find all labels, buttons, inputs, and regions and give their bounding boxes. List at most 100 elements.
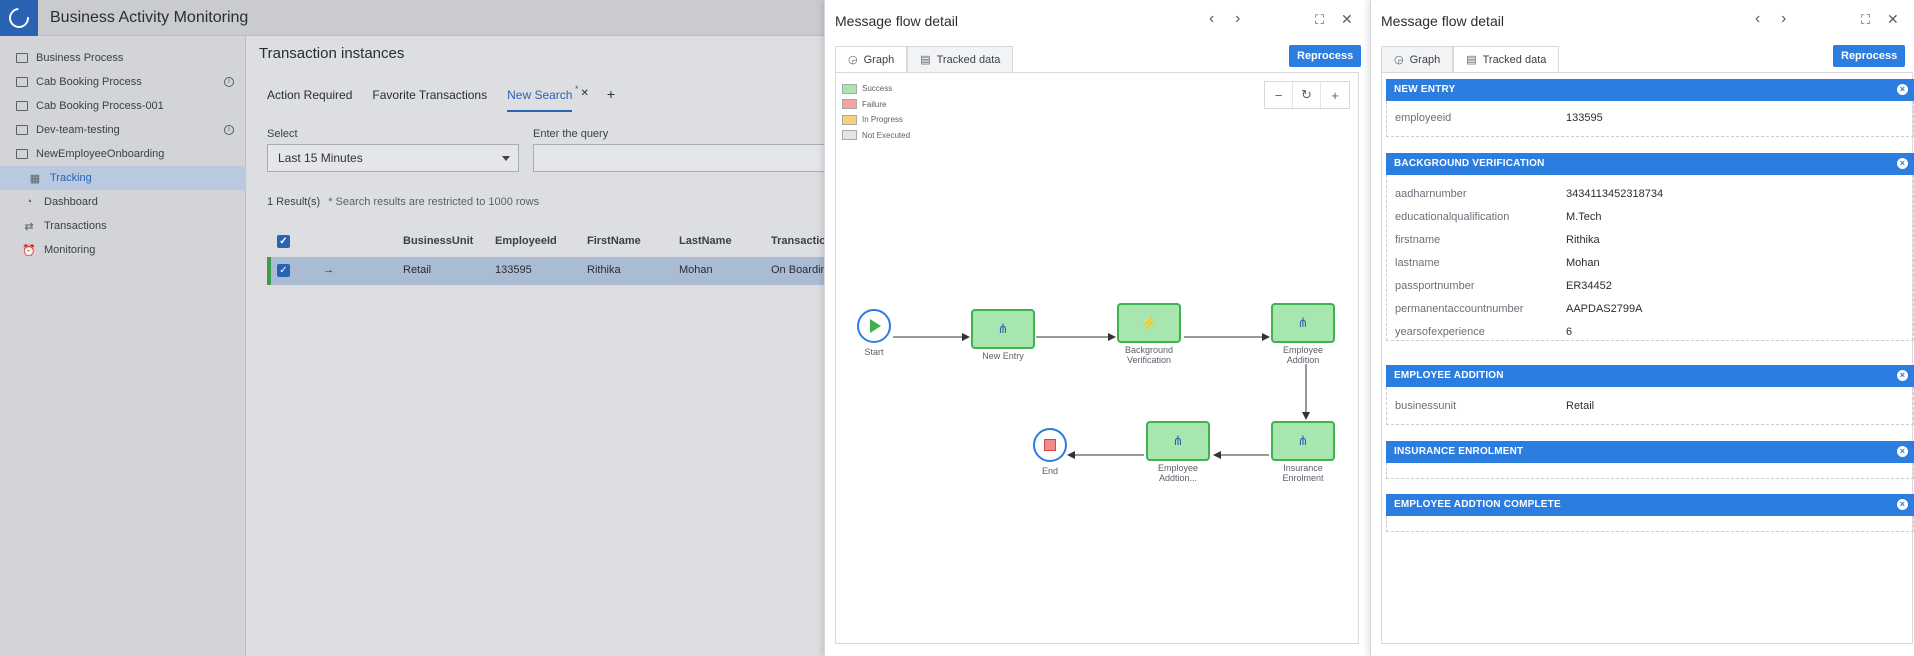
node-label: Background Verification bbox=[1124, 345, 1174, 365]
section-header-new-entry[interactable]: NEW ENTRY × bbox=[1386, 79, 1914, 101]
previous-icon[interactable]: ‹ bbox=[1755, 10, 1760, 28]
sidebar-item-dev-team-testing[interactable]: Dev-team-testing i bbox=[0, 118, 246, 142]
sidebar-item-monitoring[interactable]: ⏰ Monitoring bbox=[0, 238, 246, 262]
tab-label: Tracked data bbox=[936, 53, 1001, 66]
column-header[interactable]: FirstName bbox=[587, 235, 641, 247]
play-icon bbox=[870, 319, 881, 333]
sidebar-item-label: Cab Booking Process bbox=[36, 76, 142, 88]
message-flow-panel-tracked-data: Message flow detail ‹ › ⛶ ✕ ◶ Graph ▤ Trac… bbox=[1370, 0, 1914, 656]
section-body: aadharnumber 3434113452318734 educational… bbox=[1386, 175, 1914, 341]
tab-label: Graph bbox=[863, 53, 895, 66]
select-all-checkbox[interactable]: ✓ bbox=[277, 235, 290, 248]
flow-node-new-entry[interactable]: ⋔ bbox=[971, 309, 1035, 349]
column-header[interactable]: EmployeeId bbox=[495, 235, 557, 247]
section-body bbox=[1386, 463, 1914, 479]
tab-label: Graph bbox=[1409, 53, 1441, 66]
collapse-section-icon[interactable]: × bbox=[1897, 499, 1908, 510]
select-label: Select bbox=[267, 128, 298, 140]
flow-node-background-verification[interactable]: ⚡ bbox=[1117, 303, 1181, 343]
tab-tracked-data[interactable]: ▤ Tracked data bbox=[907, 46, 1014, 72]
results-count: 1 Result(s) bbox=[267, 196, 321, 208]
sidebar-item-label: NewEmployeeOnboarding bbox=[36, 148, 165, 160]
sidebar-item-new-employee-onboarding[interactable]: NewEmployeeOnboarding bbox=[0, 142, 246, 166]
next-icon[interactable]: › bbox=[1781, 10, 1786, 28]
section-body bbox=[1386, 516, 1914, 532]
reprocess-button[interactable]: Reprocess bbox=[1833, 45, 1906, 67]
query-input[interactable] bbox=[533, 144, 833, 172]
sidebar-item-label: Monitoring bbox=[44, 244, 96, 256]
table-row[interactable]: ✓ → Retail 133595 Rithika Mohan On Board… bbox=[267, 257, 867, 285]
info-icon[interactable]: i bbox=[224, 125, 234, 135]
stop-icon bbox=[1044, 439, 1056, 451]
sidebar-item-tracking[interactable]: ▦ Tracking bbox=[0, 166, 246, 190]
search-tabs: Action Required Favorite Transactions Ne… bbox=[267, 84, 615, 112]
tab-new-search[interactable]: New Search * bbox=[507, 84, 578, 112]
section-header-employee-addition[interactable]: EMPLOYEE ADDITION × bbox=[1386, 365, 1914, 387]
close-tab-icon[interactable]: ✕ bbox=[580, 88, 588, 112]
node-label: New Entry bbox=[982, 351, 1024, 361]
collapse-section-icon[interactable]: × bbox=[1897, 446, 1908, 457]
sidebar-item-label: Business Process bbox=[36, 52, 124, 64]
folder-icon bbox=[16, 53, 28, 63]
section-title: NEW ENTRY bbox=[1394, 84, 1456, 95]
column-header[interactable]: LastName bbox=[679, 235, 732, 247]
tab-graph[interactable]: ◶ Graph bbox=[835, 46, 908, 72]
tab-label: Tracked data bbox=[1482, 53, 1547, 66]
table-cell: Mohan bbox=[679, 264, 713, 276]
section-header-employee-addtion-complete[interactable]: EMPLOYEE ADDTION COMPLETE × bbox=[1386, 494, 1914, 516]
previous-icon[interactable]: ‹ bbox=[1209, 10, 1214, 28]
sidebar-item-business-process[interactable]: Business Process bbox=[0, 46, 246, 70]
time-range-select[interactable]: Last 15 Minutes bbox=[267, 144, 519, 172]
expand-icon[interactable]: ⛶ bbox=[1315, 12, 1324, 28]
table-icon: ▤ bbox=[1466, 54, 1477, 66]
flow-node-insurance-enrolment[interactable]: ⋔ bbox=[1271, 421, 1335, 461]
reprocess-button[interactable]: Reprocess bbox=[1289, 45, 1362, 67]
add-tab-icon[interactable]: + bbox=[607, 86, 615, 112]
sidebar-item-cab-booking-process-001[interactable]: Cab Booking Process-001 bbox=[0, 94, 246, 118]
row-arrow-icon[interactable]: → bbox=[323, 264, 334, 276]
folder-icon bbox=[16, 77, 28, 87]
section-body: businessunit Retail bbox=[1386, 387, 1914, 425]
table-cell: 133595 bbox=[495, 264, 532, 276]
node-label: Insurance Enrolment bbox=[1282, 463, 1324, 483]
alarm-icon: ⏰ bbox=[22, 244, 36, 257]
close-icon[interactable]: ✕ bbox=[1341, 11, 1353, 28]
section-title: INSURANCE ENROLMENT bbox=[1394, 446, 1524, 457]
table-cell: Rithika bbox=[587, 264, 621, 276]
workflow-icon: ⋔ bbox=[997, 321, 1009, 336]
table-icon: ▤ bbox=[920, 54, 931, 66]
message-flow-panel-graph: Message flow detail ‹ › ⛶ ✕ ◶ Graph ▤ Trac… bbox=[824, 0, 1370, 656]
tab-action-required[interactable]: Action Required bbox=[267, 88, 352, 112]
app-logo-icon[interactable] bbox=[0, 0, 38, 36]
end-node[interactable] bbox=[1033, 428, 1067, 462]
page-title: Transaction instances bbox=[259, 45, 405, 62]
collapse-section-icon[interactable]: × bbox=[1897, 370, 1908, 381]
info-icon[interactable]: i bbox=[224, 77, 234, 87]
sidebar-item-label: Dashboard bbox=[44, 196, 98, 208]
collapse-section-icon[interactable]: × bbox=[1897, 158, 1908, 169]
row-checkbox[interactable]: ✓ bbox=[277, 264, 290, 277]
section-header-background-verification[interactable]: BACKGROUND VERIFICATION × bbox=[1386, 153, 1914, 175]
sidebar-item-cab-booking-process[interactable]: Cab Booking Process i bbox=[0, 70, 246, 94]
start-node[interactable] bbox=[857, 309, 891, 343]
workflow-icon: ⋔ bbox=[1297, 433, 1309, 448]
table-cell: Retail bbox=[403, 264, 432, 276]
next-icon[interactable]: › bbox=[1235, 10, 1240, 28]
flow-node-employee-addtion-complete[interactable]: ⋔ bbox=[1146, 421, 1210, 461]
close-icon[interactable]: ✕ bbox=[1887, 11, 1899, 28]
collapse-section-icon[interactable]: × bbox=[1897, 84, 1908, 95]
sidebar-item-transactions[interactable]: ⇄ Transactions bbox=[0, 214, 246, 238]
table-cell: On Boardin bbox=[771, 264, 827, 276]
folder-open-icon bbox=[16, 149, 28, 159]
tab-tracked-data[interactable]: ▤ Tracked data bbox=[1453, 46, 1560, 72]
column-header[interactable]: BusinessUnit bbox=[403, 235, 473, 247]
select-value: Last 15 Minutes bbox=[278, 151, 363, 165]
expand-icon[interactable]: ⛶ bbox=[1861, 12, 1870, 28]
sidebar-item-dashboard[interactable]: ◔ Dashboard bbox=[0, 190, 246, 214]
tab-graph[interactable]: ◶ Graph bbox=[1381, 46, 1454, 72]
query-label: Enter the query bbox=[533, 128, 609, 140]
tab-favorite-transactions[interactable]: Favorite Transactions bbox=[372, 88, 487, 112]
flow-node-employee-addition[interactable]: ⋔ bbox=[1271, 303, 1335, 343]
sidebar-item-label: Dev-team-testing bbox=[36, 124, 120, 136]
section-header-insurance-enrolment[interactable]: INSURANCE ENROLMENT × bbox=[1386, 441, 1914, 463]
